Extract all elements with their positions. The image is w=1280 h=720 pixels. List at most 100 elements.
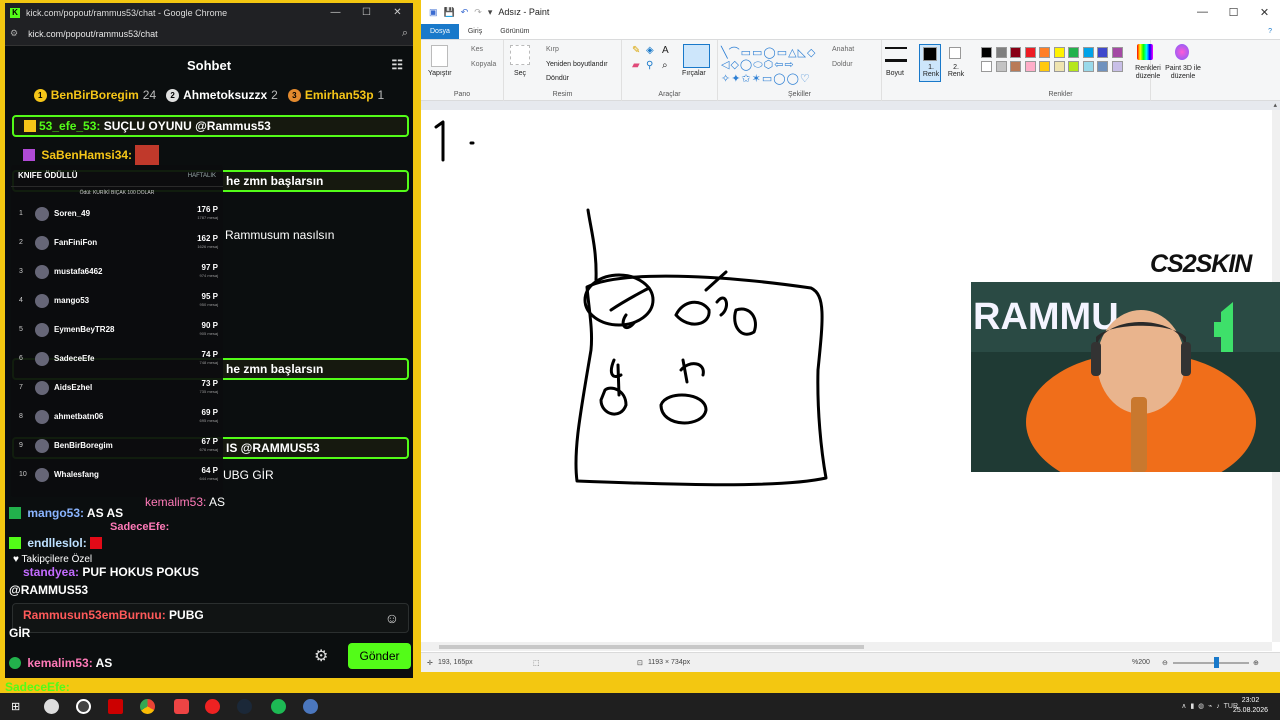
leaderboard-row[interactable]: 4 mango53 95 P 950 mesaj bbox=[11, 286, 223, 315]
address-bar[interactable]: ⚙ kick.com/popout/rammus53/chat ⌕ bbox=[5, 22, 413, 46]
maximize-button[interactable]: ☐ bbox=[1218, 6, 1249, 19]
save-icon[interactable]: 💾 bbox=[444, 7, 455, 18]
system-tray[interactable]: ∧ ▮ ◍ ⌁ ♪ TUR bbox=[1181, 702, 1238, 710]
outline-button[interactable]: Anahat bbox=[832, 46, 854, 53]
select-label[interactable]: Seç bbox=[514, 70, 526, 77]
leaderboard-row[interactable]: 1 Soren_49 176 P 1787 mesaj bbox=[11, 199, 223, 228]
paste-label[interactable]: Yapıştır bbox=[428, 70, 452, 77]
palette-color-swatch[interactable] bbox=[1068, 47, 1079, 58]
text-icon[interactable]: A bbox=[662, 45, 669, 56]
spotify-icon[interactable] bbox=[271, 699, 286, 714]
palette-color-swatch[interactable] bbox=[1039, 47, 1050, 58]
copy-button[interactable]: Kopyala bbox=[471, 61, 496, 68]
scroll-thumb[interactable] bbox=[439, 645, 864, 649]
size-icon[interactable] bbox=[885, 47, 907, 62]
leaderboard-row[interactable]: 5 EymenBeyTR28 90 P 905 mesaj bbox=[11, 315, 223, 344]
crop-button[interactable]: Kırp bbox=[546, 46, 559, 53]
gifter-3[interactable]: 3 Emirhan53p 1 bbox=[287, 88, 384, 102]
zoom-icon[interactable]: ⌕ bbox=[402, 27, 408, 40]
leaderboard-row[interactable]: 3 mustafa6462 97 P 974 mesaj bbox=[11, 257, 223, 286]
message-user[interactable]: kemalim53: bbox=[27, 656, 92, 670]
users-icon[interactable]: ☷ bbox=[391, 57, 403, 73]
palette-color-swatch[interactable] bbox=[1024, 61, 1036, 72]
palette-color-swatch[interactable] bbox=[981, 47, 992, 58]
app-icon[interactable] bbox=[76, 699, 91, 714]
emoji-icon[interactable]: ☺ bbox=[385, 610, 399, 626]
shapes-gallery-row3[interactable]: ✧✦✩✶▭◯◯♡ bbox=[721, 72, 811, 85]
eraser-icon[interactable]: ▰ bbox=[632, 60, 640, 71]
palette-color-swatch[interactable] bbox=[1010, 61, 1021, 72]
message-user[interactable]: endlleslol: bbox=[27, 536, 86, 550]
send-button[interactable]: Gönder bbox=[348, 643, 411, 669]
tab-home[interactable]: Giriş bbox=[459, 24, 491, 39]
message-user[interactable]: SadeceEfe: bbox=[110, 521, 169, 533]
palette-color-swatch[interactable] bbox=[1097, 61, 1108, 72]
shapes-gallery-row2[interactable]: ◁◇◯⬭⬡⇦⇨ bbox=[721, 58, 795, 72]
paint-taskbar-icon[interactable] bbox=[303, 699, 318, 714]
zoom-in-button[interactable]: ⊕ bbox=[1253, 659, 1259, 667]
customize-toolbar-icon[interactable]: ▾ bbox=[488, 7, 493, 18]
message-user[interactable]: kemalim53: bbox=[145, 495, 206, 509]
clock[interactable]: 23:02 25.08.2026 bbox=[1233, 696, 1268, 716]
minimize-button[interactable]: — bbox=[1187, 6, 1218, 19]
app-icon[interactable] bbox=[174, 699, 189, 714]
palette-color-swatch[interactable] bbox=[1068, 61, 1079, 72]
palette-color-swatch[interactable] bbox=[995, 47, 1007, 58]
site-info-icon[interactable]: ⚙ bbox=[10, 28, 18, 39]
horizontal-scrollbar[interactable] bbox=[421, 642, 1272, 651]
brushes-icon[interactable] bbox=[683, 44, 710, 68]
fill-button[interactable]: Doldur bbox=[832, 61, 853, 68]
palette-color-swatch[interactable] bbox=[1082, 47, 1094, 58]
edit-colors-label[interactable]: Renkleri düzenle bbox=[1132, 65, 1164, 81]
maximize-button[interactable]: ☐ bbox=[351, 7, 382, 18]
zoom-slider-thumb[interactable] bbox=[1214, 657, 1219, 668]
message-user[interactable]: mango53: bbox=[27, 506, 84, 520]
palette-color-swatch[interactable] bbox=[1053, 61, 1065, 72]
palette-color-swatch[interactable] bbox=[1053, 47, 1065, 58]
message-user[interactable]: 53_efe_53: bbox=[39, 119, 100, 133]
resize-button[interactable]: Yeniden boyutlandır bbox=[546, 61, 608, 68]
fill-icon[interactable]: ◈ bbox=[646, 45, 654, 56]
zoom-slider[interactable] bbox=[1173, 662, 1249, 664]
youtube-icon[interactable] bbox=[205, 699, 220, 714]
chat-message-highlight[interactable]: 53_efe_53: SUÇLU OYUNU @Rammus53 bbox=[12, 115, 409, 137]
search-icon[interactable] bbox=[44, 699, 59, 714]
select-icon[interactable] bbox=[510, 45, 530, 65]
size-label[interactable]: Boyut bbox=[886, 70, 904, 77]
palette-color-swatch[interactable] bbox=[1111, 61, 1123, 72]
leaderboard-row[interactable]: 2 FanFiniFon 162 P 1626 mesaj bbox=[11, 228, 223, 257]
paint3d-label[interactable]: Paint 3D ile düzenle bbox=[1161, 65, 1205, 81]
palette-color-swatch[interactable] bbox=[1039, 61, 1050, 72]
paint3d-icon[interactable] bbox=[1175, 44, 1189, 60]
collapse-ribbon-icon[interactable]: ▴ bbox=[1273, 101, 1277, 109]
redo-icon[interactable]: ↷ bbox=[474, 7, 482, 18]
steam-icon[interactable] bbox=[237, 699, 252, 714]
cut-button[interactable]: Kes bbox=[471, 46, 483, 53]
chrome-icon[interactable] bbox=[140, 699, 155, 714]
palette-color-swatch[interactable] bbox=[995, 61, 1007, 72]
color2-label[interactable]: 2. Renk bbox=[947, 64, 965, 78]
tab-file[interactable]: Dosya bbox=[421, 24, 459, 39]
undo-icon[interactable]: ↶ bbox=[461, 7, 469, 18]
gifter-2[interactable]: 2 Ahmetoksuzzx 2 bbox=[166, 88, 278, 102]
app-icon[interactable] bbox=[108, 699, 123, 714]
palette-color-swatch[interactable] bbox=[1111, 47, 1123, 58]
minimize-button[interactable]: — bbox=[320, 7, 351, 18]
message-user[interactable]: standyea: bbox=[23, 565, 79, 579]
tab-view[interactable]: Görünüm bbox=[491, 24, 538, 39]
rotate-button[interactable]: Döndür bbox=[546, 75, 569, 82]
magnifier-icon[interactable]: ⌕ bbox=[662, 60, 668, 71]
brushes-label[interactable]: Fırçalar bbox=[682, 70, 706, 77]
leaderboard-row[interactable]: 7 AidsEzhel 73 P 735 mesaj bbox=[11, 373, 223, 402]
message-user[interactable]: SadeceEfe: bbox=[5, 680, 70, 694]
leaderboard-row[interactable]: 6 SadeceEfe 74 P 748 mesaj bbox=[11, 344, 223, 373]
message-user[interactable]: SaBenHamsi34: bbox=[41, 148, 132, 162]
leaderboard-row[interactable]: 8 ahmetbatn06 69 P 695 mesaj bbox=[11, 402, 223, 431]
palette-color-swatch[interactable] bbox=[981, 61, 992, 72]
color-picker-icon[interactable]: ⚲ bbox=[646, 60, 653, 71]
palette-color-swatch[interactable] bbox=[1097, 47, 1108, 58]
pencil-icon[interactable]: ✎ bbox=[632, 45, 640, 56]
windows-start-icon[interactable]: ⊞ bbox=[11, 700, 20, 713]
palette-color-swatch[interactable] bbox=[1082, 61, 1094, 72]
close-button[interactable]: ✕ bbox=[382, 7, 413, 18]
